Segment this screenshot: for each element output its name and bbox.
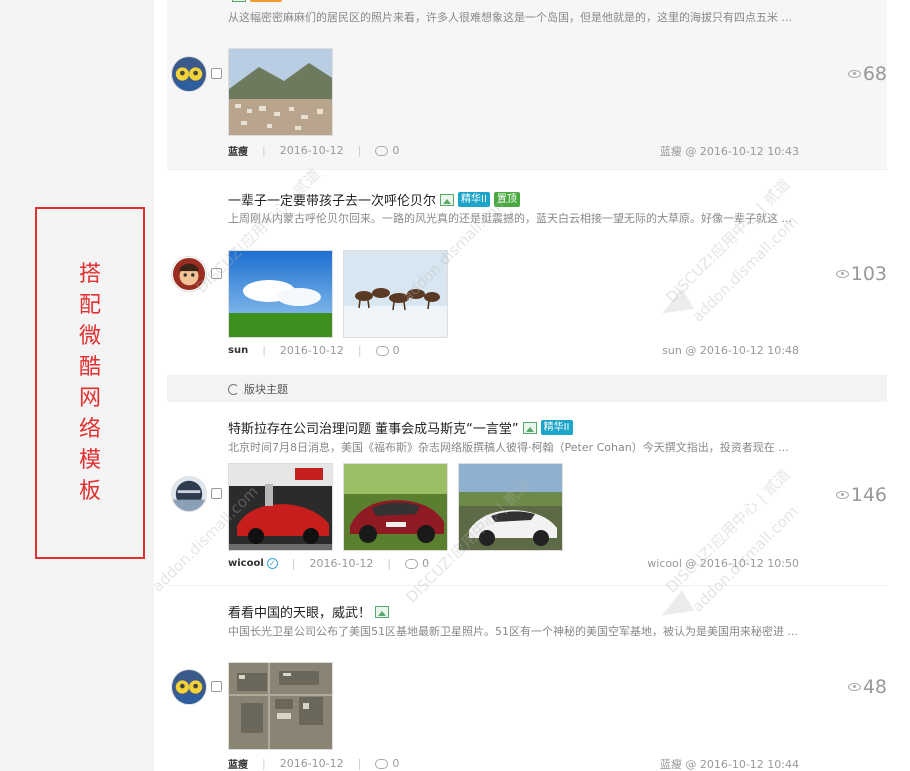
thread-meta: 蓝瘦 | 2016-10-12 | 0: [228, 143, 400, 158]
thread-item: 特斯拉存在公司治理问题 董事会成马斯克“一言堂” 精华II 北京时间7月8日消息…: [167, 402, 887, 586]
author-name[interactable]: sun: [228, 345, 248, 356]
section-divider[interactable]: 版块主题: [167, 376, 887, 402]
post-date: 2016-10-12: [309, 557, 374, 570]
thread-meta: 蓝瘦 | 2016-10-12 | 0: [228, 756, 400, 771]
comment-count: 0: [422, 557, 430, 570]
view-count: 103: [827, 263, 887, 285]
thread-title[interactable]: 一辈子一定要带孩子去一次呼伦贝尔: [228, 190, 436, 209]
view-count-value: 68: [862, 63, 887, 85]
label-char: 模: [78, 448, 101, 473]
thread-list: 从这幅密密麻麻们的居民区的照片来看，许多人很难想象这是一个岛国，但是他就是的，这…: [154, 0, 910, 771]
label-char: 微: [78, 324, 101, 349]
image-icon: [440, 193, 455, 206]
thread-title-row: 看看中国的天眼，威武！: [228, 602, 390, 621]
select-checkbox[interactable]: [211, 488, 222, 499]
thread-title[interactable]: 看看中国的天眼，威武！: [228, 602, 371, 621]
label-char: 板: [78, 479, 101, 504]
eye-icon: [847, 70, 861, 78]
thread-thumbnail[interactable]: [458, 463, 563, 551]
badge-zhiding: 置顶: [493, 192, 520, 207]
image-icon: [232, 0, 246, 2]
comment-icon: [375, 345, 389, 356]
thread-item: 看看中国的天眼，威武！ 中国长光卫星公司公布了美国51区基地最新卫星照片。51区…: [167, 586, 887, 771]
thread-thumbnail[interactable]: [228, 463, 333, 551]
label-char: 酷: [78, 355, 101, 380]
thread-item: 一辈子一定要带孩子去一次呼伦贝尔 精华II 置顶 上周刚从内蒙古呼伦贝尔回来。一…: [167, 170, 887, 376]
comment-icon: [375, 145, 389, 156]
avatar[interactable]: [171, 256, 207, 292]
refresh-icon: [228, 383, 239, 395]
select-checkbox[interactable]: [211, 681, 222, 692]
thread-summary: 从这幅密密麻麻们的居民区的照片来看，许多人很难想象这是一个岛国，但是他就是的，这…: [228, 11, 792, 24]
view-count-value: 48: [862, 676, 887, 698]
thread-meta: sun | 2016-10-12 | 0: [228, 344, 400, 357]
thread-thumbnail[interactable]: [343, 250, 448, 338]
avatar[interactable]: [171, 669, 207, 705]
last-post[interactable]: 蓝瘦 @ 2016-10-12 10:44: [660, 756, 799, 771]
thread-thumbnail[interactable]: [228, 48, 333, 136]
thread-thumbnail[interactable]: [228, 250, 333, 338]
image-icon: [375, 605, 390, 618]
thread-meta: wicool ✓ | 2016-10-12 | 0: [228, 557, 430, 570]
view-count-value: 103: [850, 263, 887, 285]
label-char: 配: [78, 293, 101, 318]
thread-title[interactable]: 特斯拉存在公司治理问题 董事会成马斯克“一言堂”: [228, 418, 519, 437]
comment-icon: [375, 758, 389, 769]
author-name[interactable]: 蓝瘦: [228, 143, 248, 158]
thread-title-row: [228, 0, 282, 2]
badge: [250, 0, 282, 2]
comment-count: 0: [392, 757, 400, 770]
label-char: 搭: [78, 262, 101, 287]
thread-thumbnail[interactable]: [343, 463, 448, 551]
section-label: 版块主题: [244, 383, 288, 396]
label-char: 网: [78, 386, 101, 411]
thread-summary: 北京时间7月8日消息，美国《福布斯》杂志网络版撰稿人彼得·柯翰（Peter Co…: [228, 441, 789, 454]
label-char: 络: [78, 417, 101, 442]
post-date: 2016-10-12: [279, 144, 344, 157]
view-count: 48: [827, 676, 887, 698]
template-label-box: 搭 配 微 酷 网 络 模 板: [35, 207, 145, 559]
thread-thumbnail[interactable]: [228, 662, 333, 750]
author-name[interactable]: 蓝瘦: [228, 756, 248, 771]
view-count-value: 146: [850, 484, 887, 506]
view-count: 146: [827, 484, 887, 506]
select-checkbox[interactable]: [211, 268, 222, 279]
post-date: 2016-10-12: [279, 344, 344, 357]
last-post[interactable]: wicool @ 2016-10-12 10:50: [647, 557, 799, 570]
thread-item: 从这幅密密麻麻们的居民区的照片来看，许多人很难想象这是一个岛国，但是他就是的，这…: [167, 0, 887, 170]
avatar[interactable]: [171, 56, 207, 92]
eye-icon: [835, 270, 849, 278]
badge-jinghua: 精华II: [458, 192, 490, 207]
eye-icon: [835, 491, 849, 499]
last-post[interactable]: sun @ 2016-10-12 10:48: [662, 344, 799, 357]
comment-count: 0: [392, 344, 400, 357]
thread-title-row: 特斯拉存在公司治理问题 董事会成马斯克“一言堂” 精华II: [228, 418, 573, 437]
last-post[interactable]: 蓝瘦 @ 2016-10-12 10:43: [660, 143, 799, 159]
thread-summary: 上周刚从内蒙古呼伦贝尔回来。一路的风光真的还是挺震撼的，蓝天白云相接一望无际的大…: [228, 212, 792, 225]
comment-count: 0: [392, 144, 400, 157]
thread-title-row: 一辈子一定要带孩子去一次呼伦贝尔 精华II 置顶: [228, 190, 520, 209]
select-checkbox[interactable]: [211, 68, 222, 79]
badge-jinghua: 精华II: [540, 420, 573, 435]
view-count: 68: [827, 63, 887, 85]
eye-icon: [847, 683, 861, 691]
thread-summary: 中国长光卫星公司公布了美国51区基地最新卫星照片。51区有一个神秘的美国空军基地…: [228, 625, 798, 638]
avatar[interactable]: [171, 476, 207, 512]
verified-icon: ✓: [266, 558, 278, 569]
comment-icon: [405, 558, 419, 569]
author-name[interactable]: wicool: [228, 558, 264, 569]
image-icon: [522, 421, 537, 434]
post-date: 2016-10-12: [279, 757, 344, 770]
